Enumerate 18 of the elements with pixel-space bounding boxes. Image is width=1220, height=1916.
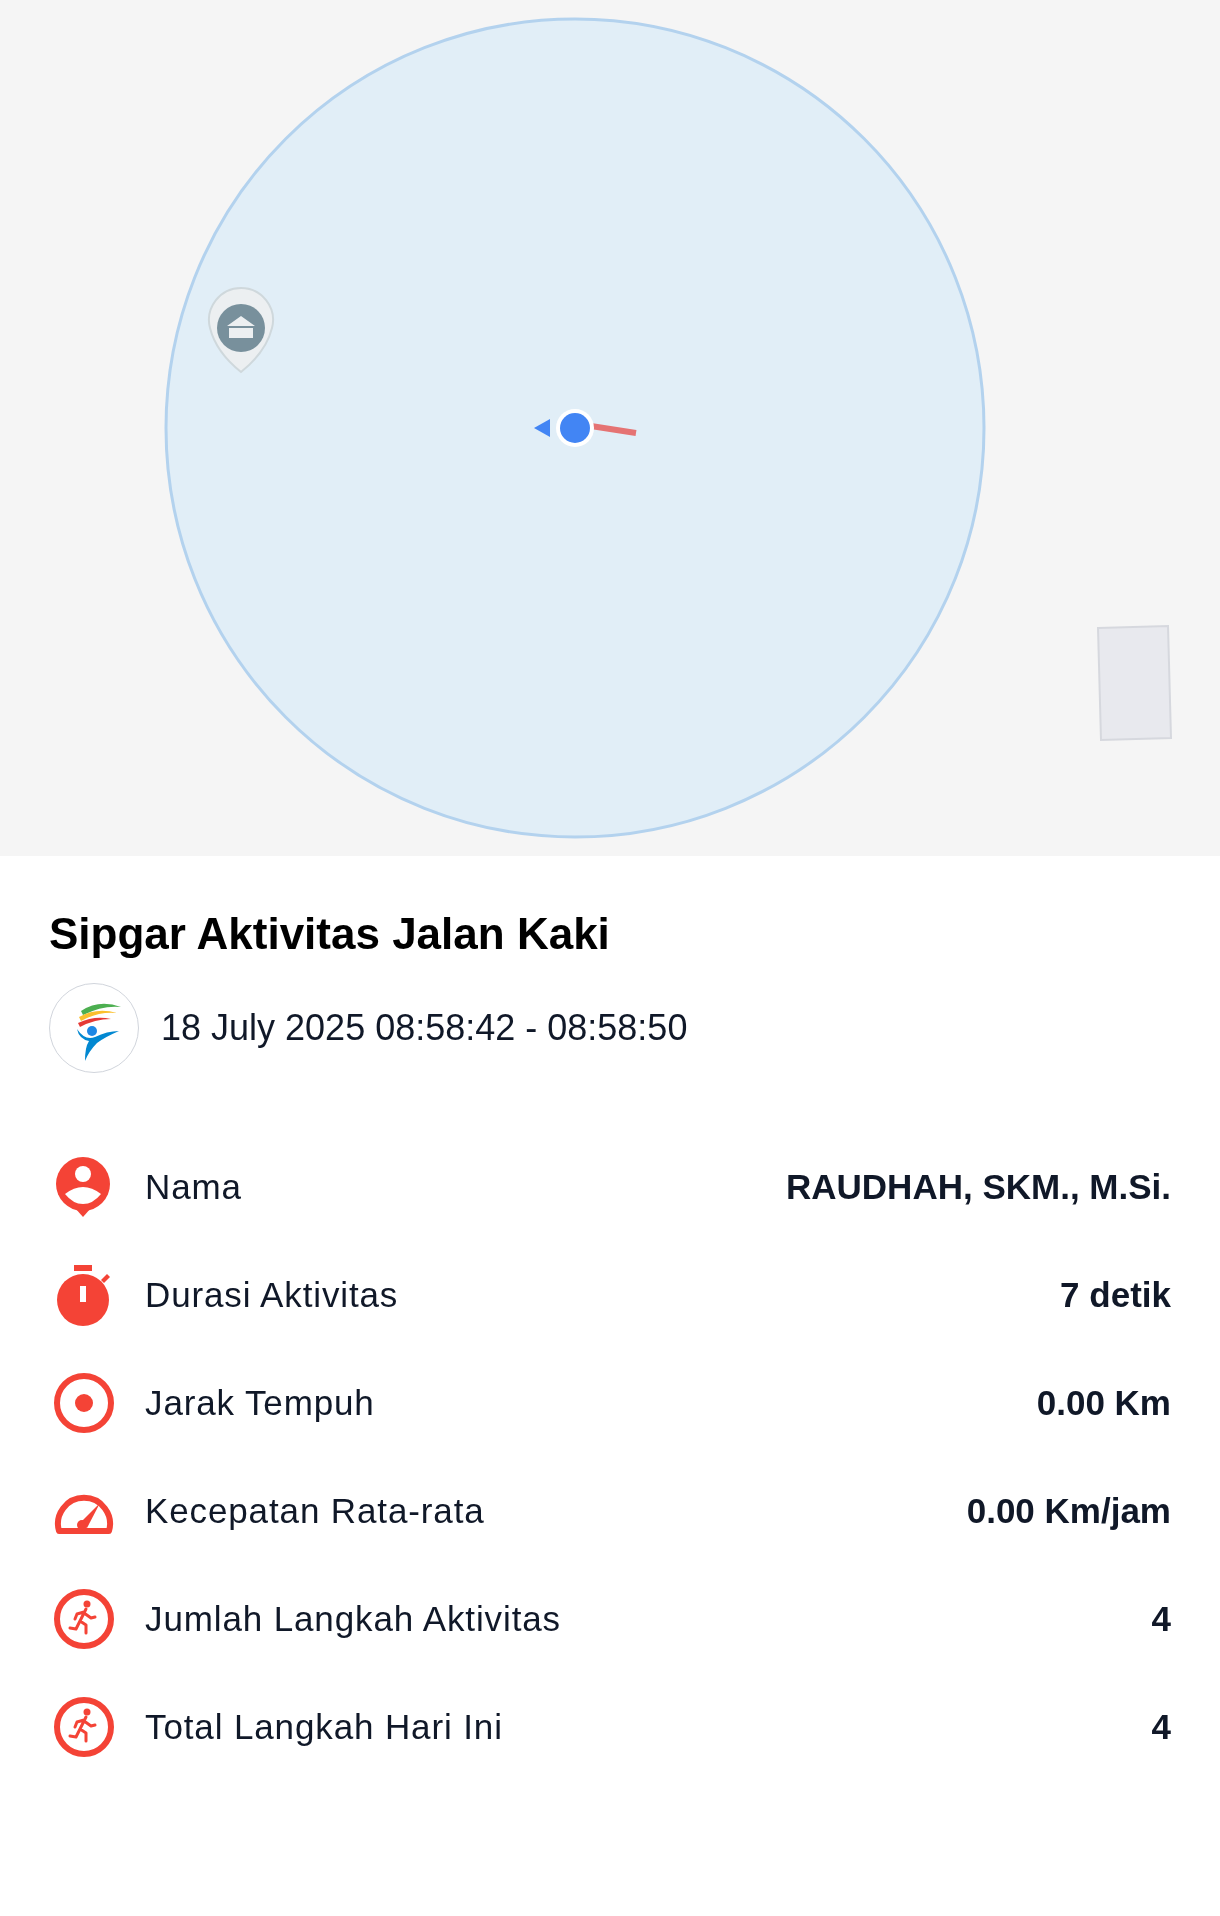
stat-value: 0.00 Km [1036, 1381, 1171, 1424]
stat-label: Kecepatan Rata-rata [145, 1489, 485, 1532]
stat-value: 4 [1151, 1705, 1171, 1748]
running-person-icon [53, 1696, 115, 1758]
person-icon [53, 1156, 113, 1218]
activity-title: Sipgar Aktivitas Jalan Kaki [49, 908, 611, 960]
date-range: 18 July 2025 08:58:42 - 08:58:50 [161, 1006, 688, 1050]
stat-value: 4 [1151, 1597, 1171, 1640]
stat-label: Total Langkah Hari Ini [145, 1705, 503, 1748]
running-person-icon [53, 1588, 115, 1650]
stat-label: Nama [145, 1165, 242, 1208]
stat-value: 7 detik [1060, 1273, 1171, 1316]
stat-label: Jumlah Langkah Aktivitas [145, 1597, 561, 1640]
stat-value: RAUDHAH, SKM., M.Si. [786, 1165, 1171, 1208]
stat-label: Durasi Aktivitas [145, 1273, 399, 1316]
stat-label: Jarak Tempuh [145, 1381, 375, 1424]
target-icon [53, 1372, 115, 1434]
stat-value: 0.00 Km/jam [966, 1489, 1171, 1532]
